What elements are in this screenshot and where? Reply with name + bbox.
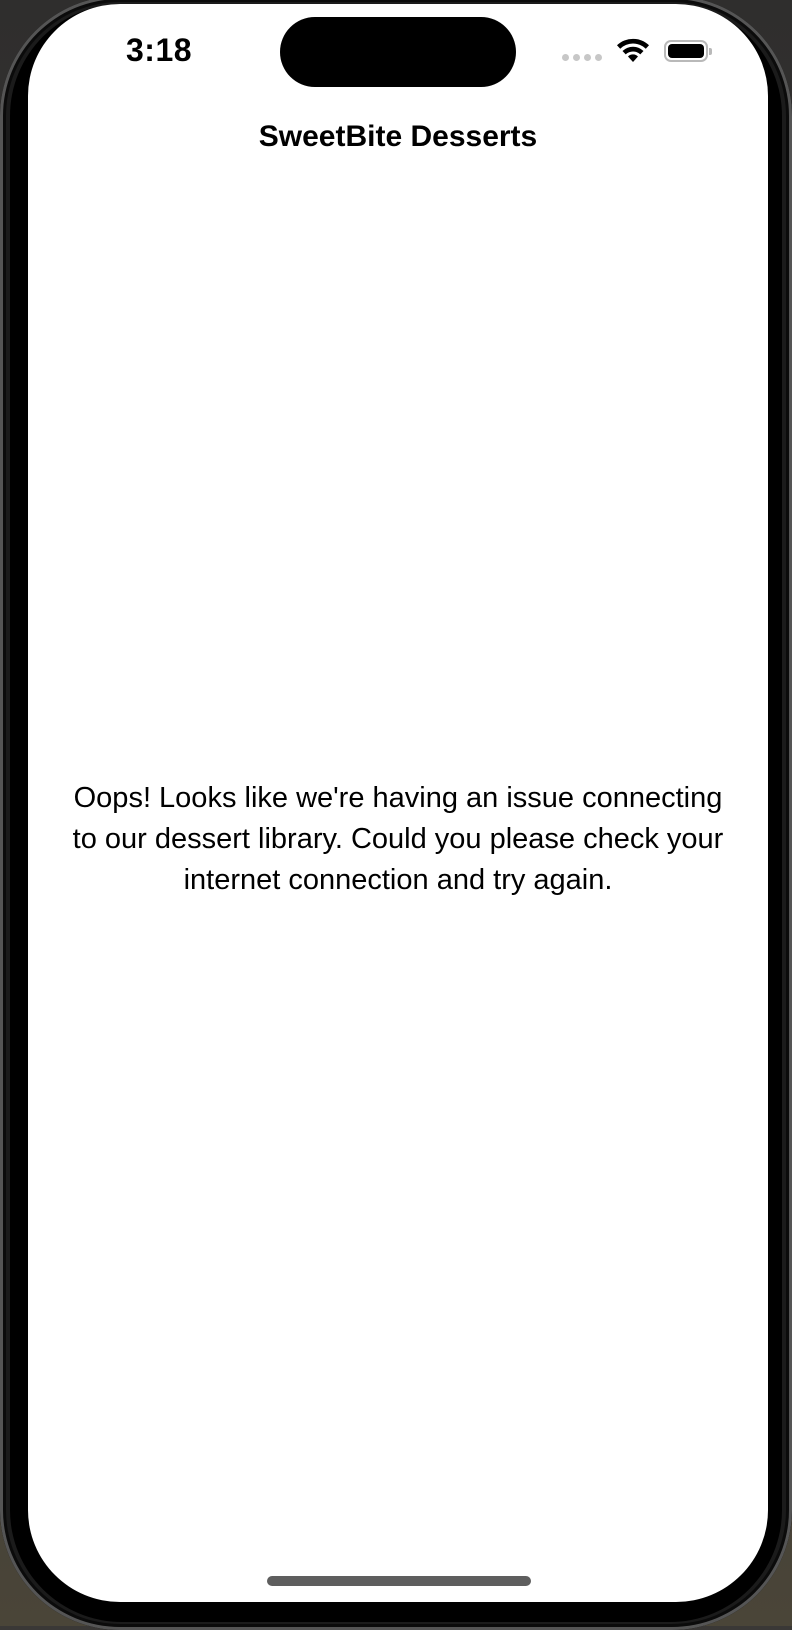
app-screen: 3:18 SweetBite Desserts Oops! Looks like… bbox=[28, 4, 768, 1602]
status-icons bbox=[562, 38, 712, 64]
page-title: SweetBite Desserts bbox=[258, 120, 538, 153]
status-time: 3:18 bbox=[126, 32, 193, 68]
battery-level bbox=[668, 44, 704, 58]
dynamic-island bbox=[280, 17, 516, 87]
home-indicator[interactable] bbox=[267, 1576, 531, 1586]
wifi-icon bbox=[617, 38, 649, 62]
battery-icon bbox=[664, 40, 712, 62]
status-bar: 3:18 bbox=[28, 4, 768, 104]
cellular-signal-icon bbox=[562, 53, 602, 61]
error-message: Oops! Looks like we're having an issue c… bbox=[72, 782, 724, 896]
